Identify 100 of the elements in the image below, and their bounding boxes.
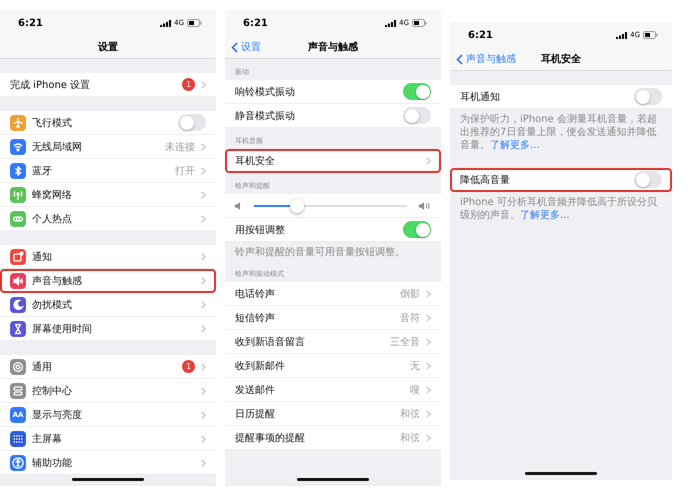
chevron-icon <box>201 142 206 150</box>
chevron-icon <box>201 190 206 198</box>
settings-row[interactable]: 飞行模式 <box>0 111 216 135</box>
row-label: 蓝牙 <box>32 164 52 178</box>
row-label: 提醒事项的提醒 <box>235 432 305 444</box>
settings-row[interactable]: 提醒事项的提醒 和弦 <box>225 426 441 450</box>
toggle-switch[interactable] <box>403 221 431 238</box>
chevron-icon <box>201 386 206 394</box>
row-label: 短信铃声 <box>235 312 275 324</box>
back-chevron-icon <box>231 42 238 52</box>
toggle-switch[interactable] <box>403 107 431 124</box>
row-label: 日历提醒 <box>235 408 275 420</box>
row-label: 电话铃声 <box>235 288 275 300</box>
row-label: 个人热点 <box>32 212 72 226</box>
screen-title: 设置 <box>98 40 118 54</box>
chevron-icon <box>201 300 206 308</box>
settings-row[interactable]: 蜂窝网络 <box>0 183 216 207</box>
settings-row[interactable]: 蓝牙 打开 <box>0 159 216 183</box>
row-value: 和弦 <box>400 432 420 444</box>
settings-row[interactable]: 通用 1 <box>0 355 216 379</box>
settings-row[interactable]: 静音模式振动 <box>225 104 441 128</box>
row-label: 屏幕使用时间 <box>32 322 92 336</box>
volume-high-icon <box>419 202 431 210</box>
status-time: 6:21 <box>18 18 43 28</box>
row-label: 蜂窝网络 <box>32 188 72 202</box>
notification-badge: 1 <box>182 78 195 91</box>
toggle-switch[interactable] <box>178 114 206 131</box>
chevron-icon <box>201 80 206 88</box>
toggle-switch[interactable] <box>403 83 431 100</box>
signal-icon <box>616 32 628 38</box>
row-label: 声音与触感 <box>32 274 82 288</box>
chevron-icon <box>201 214 206 222</box>
settings-row[interactable]: 屏幕使用时间 <box>0 317 216 341</box>
settings-row[interactable]: 收到新邮件 无 <box>225 354 441 378</box>
settings-row[interactable]: 耳机通知 <box>450 85 672 109</box>
row-value: 三全音 <box>390 336 420 348</box>
chevron-icon <box>201 362 206 370</box>
settings-row[interactable]: 日历提醒 和弦 <box>225 402 441 426</box>
footnote: 铃声和提醒的音量可用音量按钮调整。 <box>234 246 406 260</box>
signal-icon <box>160 20 172 26</box>
row-label: 发送邮件 <box>235 384 275 396</box>
settings-row[interactable]: 无线局域网 未连接 <box>0 135 216 159</box>
settings-row[interactable]: 响铃模式振动 <box>225 80 441 104</box>
back-chevron-icon <box>456 54 463 64</box>
chevron-icon <box>426 386 431 394</box>
volume-low-icon <box>235 202 242 210</box>
chevron-icon <box>426 434 431 442</box>
chevron-icon <box>201 276 206 284</box>
settings-row[interactable]: 完成 iPhone 设置 1 <box>0 73 216 97</box>
row-label: 飞行模式 <box>32 116 72 130</box>
row-label: 显示与亮度 <box>32 408 82 422</box>
settings-row[interactable]: 耳机安全 <box>225 149 441 173</box>
row-value: 打开 <box>175 164 195 178</box>
row-value: 未连接 <box>165 140 195 154</box>
battery-icon <box>412 19 427 27</box>
toggle-switch[interactable] <box>634 88 662 105</box>
chevron-icon <box>201 434 206 442</box>
chevron-icon <box>201 410 206 418</box>
settings-row[interactable]: 短信铃声 音符 <box>225 306 441 330</box>
row-value: 音符 <box>400 312 420 324</box>
row-label: 响铃模式振动 <box>235 86 295 98</box>
chevron-icon <box>426 314 431 322</box>
back-button[interactable]: 设置 <box>229 40 263 54</box>
back-button[interactable]: 声音与触感 <box>454 52 518 66</box>
settings-row[interactable]: 声音与触感 <box>0 269 216 293</box>
chevron-icon <box>201 458 206 466</box>
row-label: 收到新语音留言 <box>235 336 305 348</box>
toggle-switch[interactable] <box>634 171 662 188</box>
row-label: 静音模式振动 <box>235 110 295 122</box>
settings-row[interactable]: 勿扰模式 <box>0 293 216 317</box>
row-label: 勿扰模式 <box>32 298 72 312</box>
battery-icon <box>643 31 658 39</box>
row-label: 控制中心 <box>32 384 72 398</box>
row-value: 和弦 <box>400 408 420 420</box>
screen-title: 耳机安全 <box>541 52 581 66</box>
row-label: 主屏幕 <box>32 432 62 446</box>
settings-row[interactable]: 个人热点 <box>0 207 216 231</box>
row-value: 嗖 <box>410 384 420 396</box>
settings-row[interactable]: 辅助功能 <box>0 451 216 475</box>
settings-row[interactable]: 通知 <box>0 245 216 269</box>
row-label: 用按钮调整 <box>235 224 285 236</box>
footnote: iPhone 可分析耳机音频并降低高于所设分贝级别的声音。了解更多... <box>459 196 658 223</box>
chevron-icon <box>426 362 431 370</box>
settings-row[interactable]: 控制中心 <box>0 379 216 403</box>
row-label: 完成 iPhone 设置 <box>10 78 90 92</box>
row-value: 倒影 <box>400 288 420 300</box>
settings-row[interactable]: 主屏幕 <box>0 427 216 451</box>
row-label: 收到新邮件 <box>235 360 285 372</box>
row-label: 通知 <box>32 250 52 264</box>
settings-row[interactable]: 发送邮件 嗖 <box>225 378 441 402</box>
row-label: 无线局域网 <box>32 140 82 154</box>
settings-row[interactable]: 收到新语音留言 三全音 <box>225 330 441 354</box>
row-label: 降低高音量 <box>460 174 510 186</box>
settings-row[interactable]: 降低高音量 <box>450 168 672 192</box>
row-label: 耳机通知 <box>460 90 500 104</box>
chevron-icon <box>201 252 206 260</box>
notification-badge: 1 <box>182 360 195 373</box>
home-indicator <box>297 478 369 481</box>
settings-row[interactable]: 电话铃声 倒影 <box>225 282 441 306</box>
signal-icon <box>385 20 396 26</box>
